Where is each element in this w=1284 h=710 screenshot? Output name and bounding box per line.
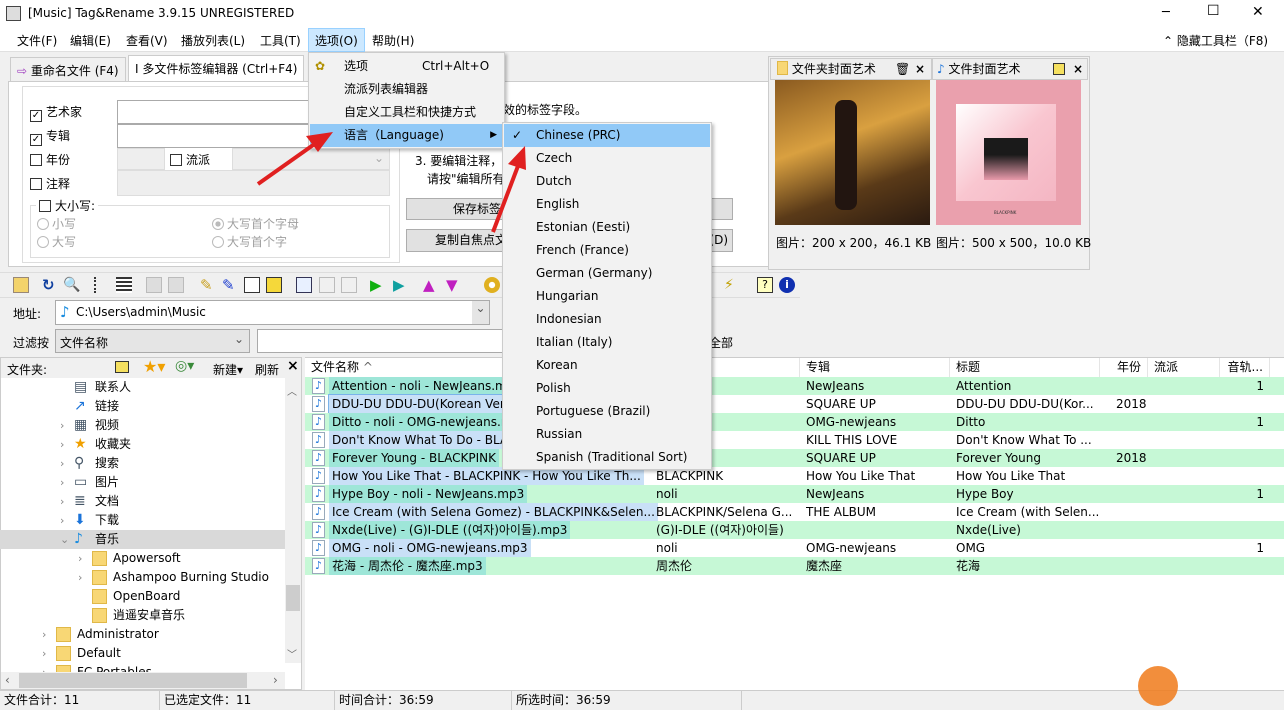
status-selected-files: 已选定文件：11 (160, 691, 335, 710)
status-time-total: 时间合计：36:59 (335, 691, 512, 710)
watermark-logo (1138, 666, 1178, 706)
status-file-total: 文件合计：11 (0, 691, 160, 710)
red-arrow-icon (256, 132, 333, 186)
status-bar: 文件合计：11 已选定文件：11 时间合计：36:59 所选时间：36:59 (0, 690, 1284, 710)
red-arrow-icon (491, 146, 526, 233)
status-selected-time: 所选时间：36:59 (512, 691, 742, 710)
annotation-arrows (256, 132, 526, 233)
